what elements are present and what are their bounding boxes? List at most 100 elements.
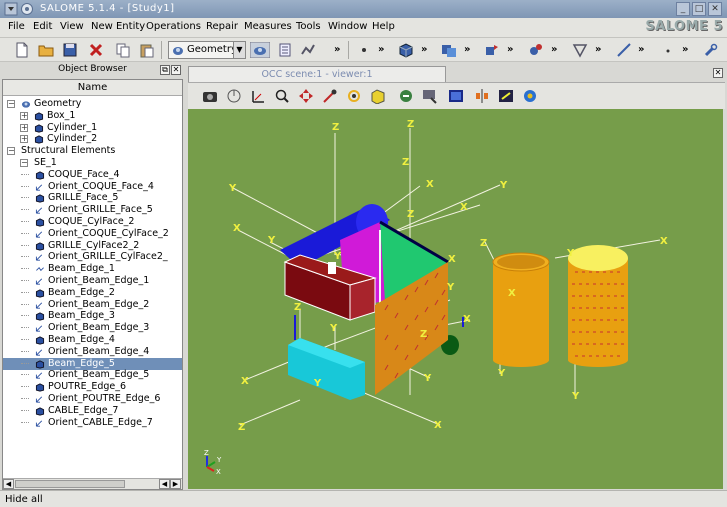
pan-icon[interactable]	[298, 88, 314, 104]
tree-item[interactable]: Orient_POUTRE_Edge_6	[3, 393, 182, 405]
window-menu-icon[interactable]	[4, 2, 18, 16]
maximize-icon[interactable]: □	[692, 2, 706, 16]
menu-operations[interactable]: Operations	[146, 21, 201, 32]
toolbar-overflow-chevron[interactable]: »	[421, 44, 427, 55]
tree-item[interactable]: GRILLE_CylFace2_2	[3, 240, 182, 252]
collapse-icon[interactable]: −	[7, 147, 15, 156]
tree-item[interactable]: Orient_CABLE_Edge_7	[3, 417, 182, 429]
tree-item[interactable]: Orient_GRILLE_CylFace2_	[3, 251, 182, 263]
toolbar-overflow-chevron[interactable]: »	[464, 44, 470, 55]
geometry-module-button-icon[interactable]	[250, 42, 270, 58]
close-icon[interactable]: ✕	[708, 2, 722, 16]
minimize-icon[interactable]: _	[676, 2, 690, 16]
point-icon[interactable]	[356, 42, 372, 58]
viewer-close-icon[interactable]: ✕	[713, 68, 723, 78]
dump-view-icon[interactable]	[202, 88, 218, 104]
menu-new-entity[interactable]: New Entity	[91, 21, 145, 32]
tree-item[interactable]: + Cylinder_2	[3, 133, 182, 145]
box-primitive-icon[interactable]	[398, 42, 414, 58]
scrollbar-thumb[interactable]	[15, 480, 125, 488]
toolbar-overflow-chevron[interactable]: »	[682, 44, 688, 55]
module-selector[interactable]: Geometry ▼	[168, 41, 246, 59]
new-document-icon[interactable]	[14, 42, 30, 58]
tree-item[interactable]: COQUE_Face_4	[3, 169, 182, 181]
collapse-icon[interactable]: −	[20, 159, 28, 167]
boolean-operation-icon[interactable]	[441, 42, 457, 58]
copy-icon[interactable]	[115, 42, 131, 58]
menu-view[interactable]: View	[60, 21, 84, 32]
tree-item[interactable]: + Cylinder_1	[3, 122, 182, 134]
tree-item[interactable]: Orient_Beam_Edge_5	[3, 369, 182, 381]
tree-item[interactable]: Orient_COQUE_Face_4	[3, 181, 182, 193]
toolbar-overflow-chevron[interactable]: »	[507, 44, 513, 55]
menu-tools[interactable]: Tools	[296, 21, 321, 32]
paste-icon[interactable]	[139, 42, 155, 58]
expand-icon[interactable]: +	[20, 135, 28, 144]
object-browser[interactable]: Name − Geometry + Box_1 + Cylinder_1 + Cylinder…	[2, 79, 183, 490]
tree-item[interactable]: Beam_Edge_4	[3, 334, 182, 346]
open-folder-icon[interactable]	[38, 42, 54, 58]
tree-item[interactable]: Orient_Beam_Edge_1	[3, 275, 182, 287]
tree-item[interactable]: Orient_Beam_Edge_4	[3, 346, 182, 358]
tree-item[interactable]: Orient_Beam_Edge_3	[3, 322, 182, 334]
tree-item[interactable]: − Geometry	[3, 98, 182, 110]
tree-item[interactable]: COQUE_CylFace_2	[3, 216, 182, 228]
scroll-left-icon[interactable]: ◀	[159, 479, 170, 489]
repair-icon[interactable]	[572, 42, 588, 58]
scroll-right-icon[interactable]: ▶	[170, 479, 181, 489]
tree-item[interactable]: Orient_Beam_Edge_2	[3, 299, 182, 311]
chevron-down-icon[interactable]: ▼	[233, 42, 245, 58]
graduated-axes-icon[interactable]	[498, 88, 514, 104]
tools-icon[interactable]	[703, 42, 719, 58]
post-pro-module-icon[interactable]	[300, 42, 316, 58]
collapse-icon[interactable]: −	[7, 100, 15, 108]
tree-item[interactable]: + Box_1	[3, 110, 182, 122]
scaling-icon[interactable]	[474, 88, 490, 104]
tree-item[interactable]: Orient_COQUE_CylFace_2	[3, 228, 182, 240]
expand-icon[interactable]: +	[20, 111, 28, 120]
menu-measures[interactable]: Measures	[244, 21, 292, 32]
tree-item[interactable]: Beam_Edge_3	[3, 310, 182, 322]
tree-item[interactable]: Beam_Edge_5	[3, 357, 182, 370]
toolbar-overflow-chevron[interactable]: »	[551, 44, 557, 55]
close-document-icon[interactable]	[88, 42, 104, 58]
tree-item[interactable]: Orient_GRILLE_Face_5	[3, 204, 182, 216]
view-front-icon[interactable]	[370, 88, 386, 104]
occ-3d-viewport[interactable]: Z Z Z Z Z Z Z Z Y Y Y Y Y Y Y Y Y Y Y X …	[188, 109, 723, 489]
toolbar-overflow-chevron[interactable]: »	[595, 44, 601, 55]
tree-item[interactable]: − Structural Elements	[3, 145, 182, 157]
zoom-icon[interactable]	[274, 88, 290, 104]
clipping-icon[interactable]	[448, 88, 464, 104]
clone-view-icon[interactable]	[422, 88, 438, 104]
measure-icon[interactable]	[616, 42, 632, 58]
fit-all-icon[interactable]	[250, 88, 266, 104]
menu-file[interactable]: File	[8, 21, 25, 32]
horizontal-scrollbar[interactable]: ◀ ◀ ▶	[3, 478, 182, 489]
tree-item[interactable]: CABLE_Edge_7	[3, 405, 182, 417]
toolbar-overflow-chevron[interactable]: »	[638, 44, 644, 55]
menu-edit[interactable]: Edit	[33, 21, 52, 32]
blocks-icon[interactable]	[528, 42, 544, 58]
tree-item[interactable]: GRILLE_Face_5	[3, 192, 182, 204]
global-pan-icon[interactable]	[322, 88, 338, 104]
tree-item[interactable]: POUTRE_Edge_6	[3, 381, 182, 393]
undock-icon[interactable]: ⧉	[160, 65, 170, 75]
show-trihedron-icon[interactable]	[226, 88, 242, 104]
tree-item[interactable]: Beam_Edge_2	[3, 287, 182, 299]
tab-occ-viewer[interactable]: OCC scene:1 - viewer:1	[188, 66, 446, 82]
menu-window[interactable]: Window	[328, 21, 367, 32]
column-header-name[interactable]: Name	[3, 80, 182, 96]
reset-view-icon[interactable]	[398, 88, 414, 104]
tree-item[interactable]: − SE_1	[3, 157, 182, 169]
expand-icon[interactable]: +	[20, 123, 28, 132]
mesh-module-icon[interactable]	[277, 42, 293, 58]
menu-help[interactable]: Help	[372, 21, 395, 32]
transformation-icon[interactable]	[484, 42, 500, 58]
save-icon[interactable]	[62, 42, 78, 58]
toolbar-overflow-chevron[interactable]: »	[378, 44, 384, 55]
dimension-icon[interactable]	[660, 42, 676, 58]
menu-repair[interactable]: Repair	[206, 21, 238, 32]
scroll-left-icon[interactable]: ◀	[3, 479, 14, 489]
tree-item[interactable]: Beam_Edge_1	[3, 263, 182, 275]
ambient-light-icon[interactable]	[522, 88, 538, 104]
